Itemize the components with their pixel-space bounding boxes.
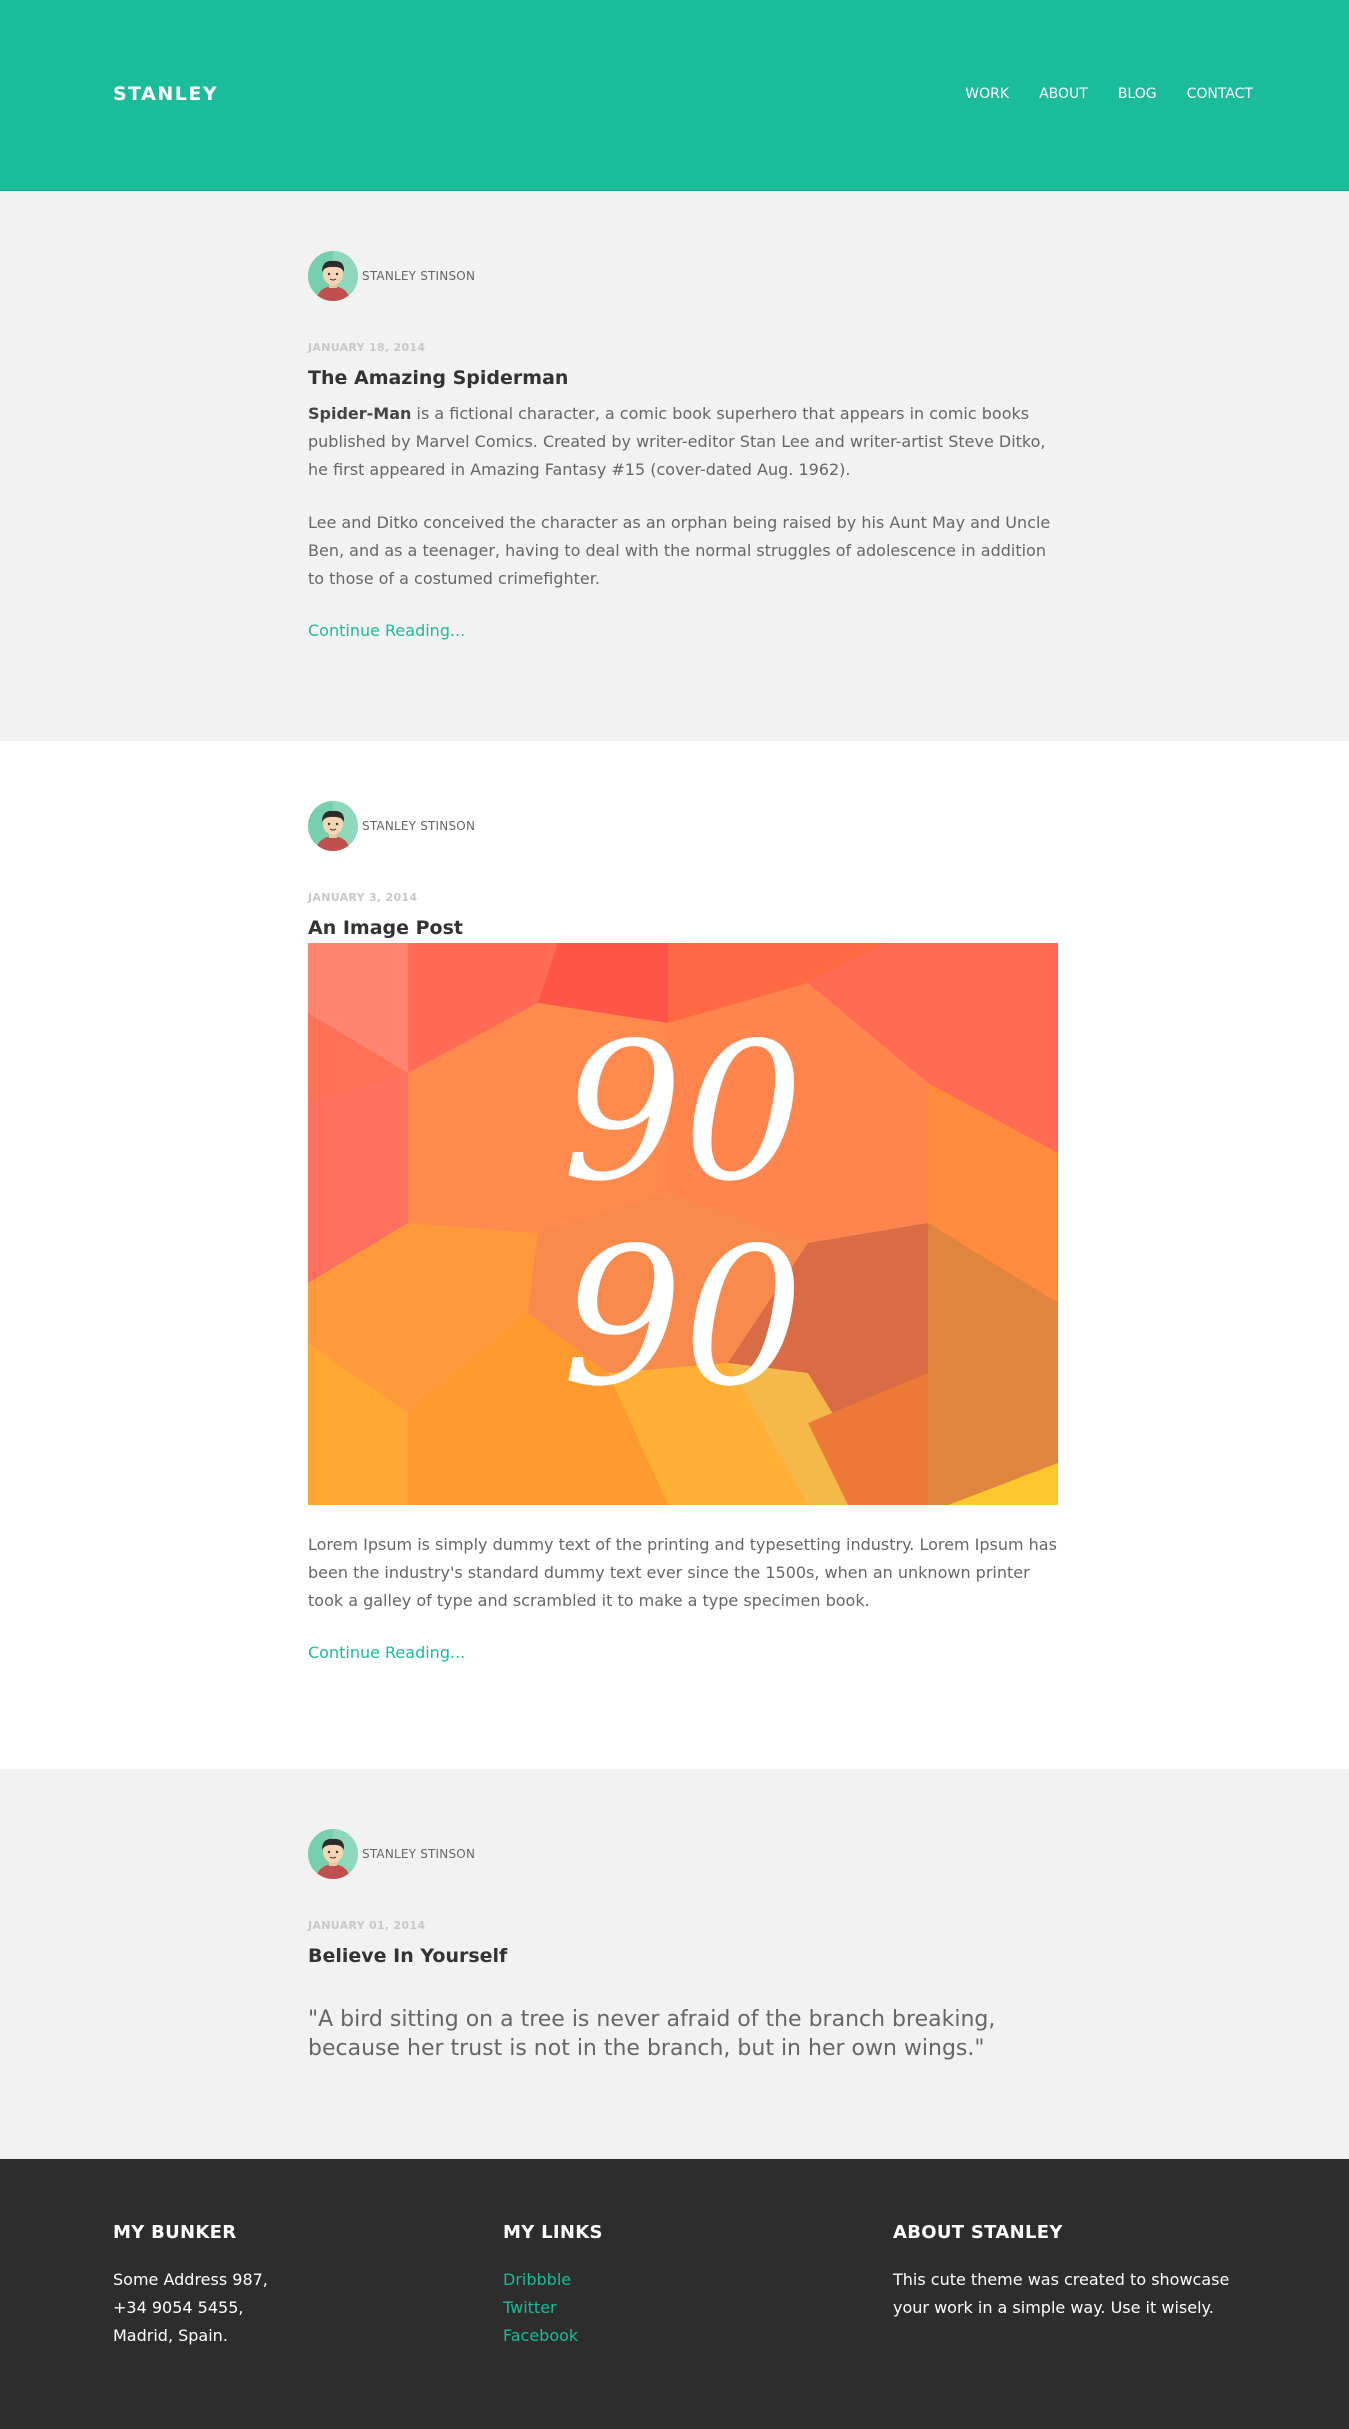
bold-lead: Spider-Man bbox=[308, 404, 412, 423]
author-avatar bbox=[308, 251, 358, 301]
continue-reading-link[interactable]: Continue Reading... bbox=[308, 1643, 465, 1662]
address-line: Some Address 987, bbox=[113, 2270, 268, 2289]
post-quote-text: "A bird sitting on a tree is never afrai… bbox=[308, 2007, 996, 2061]
image-text-line-1: 90 bbox=[562, 1002, 804, 1223]
link-facebook[interactable]: Facebook bbox=[503, 2322, 863, 2350]
nav-work[interactable]: WORK bbox=[965, 86, 1009, 102]
footer-address: Some Address 987, +34 9054 5455, Madrid,… bbox=[113, 2266, 473, 2350]
site-footer: MY BUNKER Some Address 987, +34 9054 545… bbox=[0, 2159, 1349, 2429]
footer-col-about: ABOUT STANLEY This cute theme was create… bbox=[893, 2222, 1243, 2322]
link-dribbble[interactable]: Dribbble bbox=[503, 2266, 863, 2294]
link-twitter[interactable]: Twitter bbox=[503, 2294, 863, 2322]
post-date: JANUARY 3, 2014 bbox=[308, 891, 418, 904]
post-date: JANUARY 18, 2014 bbox=[308, 341, 426, 354]
city-line: Madrid, Spain. bbox=[113, 2326, 228, 2345]
post-image: STANLEY STINSON JANUARY 3, 2014 An Image… bbox=[0, 741, 1349, 1769]
post-spiderman: STANLEY STINSON JANUARY 18, 2014 The Ama… bbox=[0, 191, 1349, 741]
footer-heading: MY LINKS bbox=[503, 2222, 603, 2243]
phone-line: +34 9054 5455, bbox=[113, 2298, 244, 2317]
footer-heading: ABOUT STANLEY bbox=[893, 2222, 1063, 2243]
post-paragraph: Lorem Ipsum is simply dummy text of the … bbox=[308, 1535, 1057, 1610]
author-name[interactable]: STANLEY STINSON bbox=[362, 269, 475, 283]
paragraph-text: is a fictional character, a comic book s… bbox=[308, 404, 1046, 479]
footer-links: Dribbble Twitter Facebook bbox=[503, 2266, 863, 2350]
post-image-90-90[interactable]: 90 90 bbox=[308, 943, 1058, 1505]
footer-heading: MY BUNKER bbox=[113, 2222, 237, 2243]
post-date: JANUARY 01, 2014 bbox=[308, 1919, 426, 1932]
post-title[interactable]: An Image Post bbox=[308, 917, 463, 939]
main-nav: WORK ABOUT BLOG CONTACT bbox=[935, 86, 1253, 102]
footer-about-text: This cute theme was created to showcase … bbox=[893, 2270, 1230, 2317]
post-title[interactable]: Believe In Yourself bbox=[308, 1945, 507, 1967]
post-author: STANLEY STINSON bbox=[308, 251, 1058, 301]
post-title[interactable]: The Amazing Spiderman bbox=[308, 367, 568, 389]
author-avatar bbox=[308, 1829, 358, 1879]
brand-logo[interactable]: STANLEY bbox=[113, 83, 218, 105]
nav-contact[interactable]: CONTACT bbox=[1187, 86, 1253, 102]
author-name[interactable]: STANLEY STINSON bbox=[362, 819, 475, 833]
post-paragraph-1: Spider-Man is a fictional character, a c… bbox=[308, 400, 1058, 484]
author-name[interactable]: STANLEY STINSON bbox=[362, 1847, 475, 1861]
site-header: STANLEY WORK ABOUT BLOG CONTACT bbox=[0, 0, 1349, 191]
footer-col-bunker: MY BUNKER Some Address 987, +34 9054 545… bbox=[113, 2222, 473, 2350]
post-author: STANLEY STINSON bbox=[308, 1829, 1058, 1879]
nav-about[interactable]: ABOUT bbox=[1039, 86, 1088, 102]
image-text-line-2: 90 bbox=[562, 1207, 804, 1428]
author-avatar bbox=[308, 801, 358, 851]
post-quote: STANLEY STINSON JANUARY 01, 2014 Believe… bbox=[0, 1769, 1349, 2159]
post-paragraph-2: Lee and Ditko conceived the character as… bbox=[308, 513, 1051, 588]
continue-reading-link[interactable]: Continue Reading... bbox=[308, 621, 465, 640]
post-author: STANLEY STINSON bbox=[308, 801, 1058, 851]
footer-col-links: MY LINKS Dribbble Twitter Facebook bbox=[503, 2222, 863, 2350]
nav-blog[interactable]: BLOG bbox=[1118, 86, 1157, 102]
